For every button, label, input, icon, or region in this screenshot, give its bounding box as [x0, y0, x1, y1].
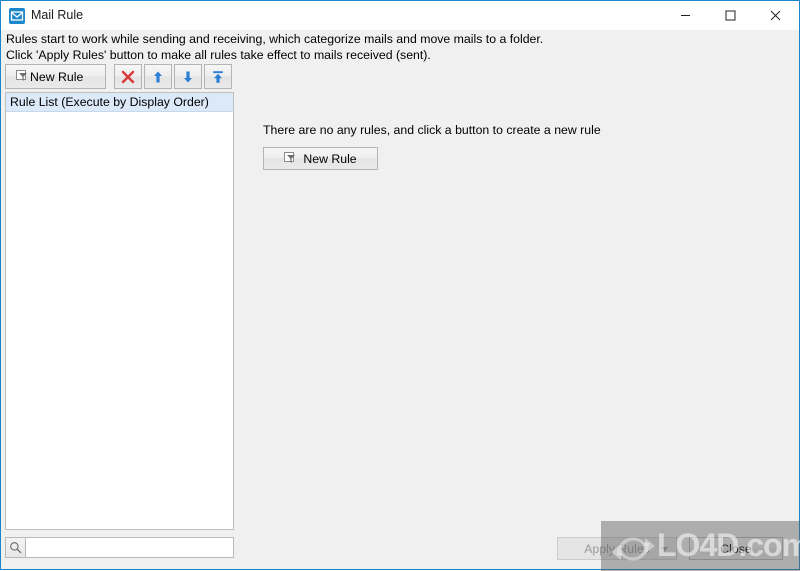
red-x-delete-icon [121, 70, 135, 83]
arrow-up-icon [154, 71, 162, 82]
rule-filter-icon [16, 70, 29, 86]
mail-envelope-icon [9, 8, 25, 24]
title-bar: Mail Rule [1, 1, 799, 30]
description-text: Rules start to work while sending and re… [6, 32, 706, 63]
description-line-1: Rules start to work while sending and re… [6, 32, 544, 46]
toolbar-move-down-button[interactable] [174, 64, 202, 89]
rule-list-body[interactable] [6, 112, 233, 529]
toolbar-new-rule-label: New Rule [30, 69, 84, 84]
search-input[interactable] [26, 537, 234, 558]
rule-list-header: Rule List (Execute by Display Order) [6, 93, 233, 112]
window-title: Mail Rule [31, 8, 84, 22]
search-button[interactable] [5, 537, 26, 558]
close-window-button[interactable] [753, 1, 798, 30]
maximize-icon [725, 10, 736, 21]
minimize-icon [681, 15, 690, 16]
apply-rules-button[interactable]: Apply Rules [557, 537, 677, 560]
rule-list-panel: Rule List (Execute by Display Order) [5, 92, 234, 530]
close-button-label: Close [720, 541, 752, 556]
close-icon [770, 10, 781, 21]
toolbar-new-rule-button[interactable]: New Rule [5, 64, 106, 89]
magnifier-search-icon [10, 542, 22, 554]
close-dialog-button[interactable]: Close [689, 537, 783, 560]
minimize-button[interactable] [663, 1, 708, 30]
arrow-down-icon [184, 71, 192, 82]
search-row [5, 537, 234, 558]
toolbar-move-up-button[interactable] [144, 64, 172, 89]
arrow-to-top-icon [213, 70, 223, 83]
mail-rule-window: Mail Rule Rules start to work while send… [0, 0, 800, 571]
main-new-rule-label: New Rule [303, 151, 357, 166]
main-new-rule-button[interactable]: New Rule [263, 147, 378, 170]
toolbar-move-to-top-button[interactable] [204, 64, 232, 89]
toolbar-delete-button[interactable] [114, 64, 142, 89]
rule-filter-icon [284, 152, 297, 165]
chevron-down-icon [661, 546, 668, 552]
description-line-2: Click 'Apply Rules' button to make all r… [6, 47, 431, 62]
empty-state-message: There are no any rules, and click a butt… [263, 123, 601, 137]
maximize-button[interactable] [708, 1, 753, 30]
apply-rules-label: Apply Rules [584, 541, 650, 556]
